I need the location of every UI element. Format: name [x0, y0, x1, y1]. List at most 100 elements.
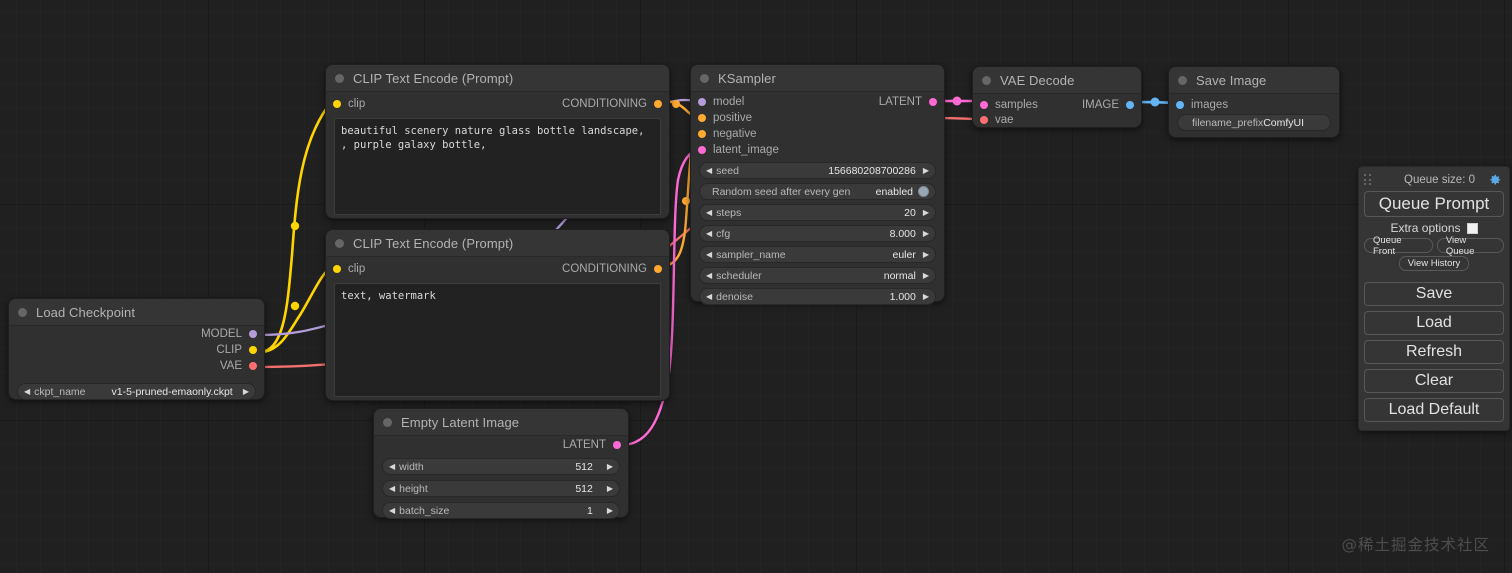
view-queue-button[interactable]: View Queue	[1436, 235, 1504, 257]
queue-front-button[interactable]: Queue Front	[1364, 235, 1433, 257]
node-title-bar[interactable]: Save Image	[1169, 67, 1339, 94]
slot-dot-icon[interactable]	[333, 100, 341, 108]
widget-seed[interactable]: ◀ seed 156680208700286 ▶	[699, 162, 936, 179]
node-clip-text-encode-negative[interactable]: CLIP Text Encode (Prompt) clip CONDITION…	[325, 229, 670, 401]
decrement-arrow-icon[interactable]: ◀	[389, 506, 395, 515]
widget-denoise[interactable]: ◀ denoise 1.000 ▶	[699, 288, 936, 305]
decrement-arrow-icon[interactable]: ◀	[706, 271, 712, 280]
decrement-arrow-icon[interactable]: ◀	[389, 484, 395, 493]
slot-dot-icon[interactable]	[698, 114, 706, 122]
increment-arrow-icon[interactable]: ▶	[243, 387, 249, 396]
queue-prompt-button[interactable]: Queue Prompt	[1364, 191, 1504, 217]
slot-dot-icon[interactable]	[654, 100, 662, 108]
slot-input-model[interactable]: model	[698, 96, 744, 108]
decrement-arrow-icon[interactable]: ◀	[706, 229, 712, 238]
slot-dot-icon[interactable]	[980, 116, 988, 124]
slot-dot-icon[interactable]	[1126, 101, 1134, 109]
slot-dot-icon[interactable]	[929, 98, 937, 106]
increment-arrow-icon[interactable]: ▶	[923, 166, 929, 175]
slot-dot-icon[interactable]	[249, 346, 257, 354]
widget-random-seed-toggle[interactable]: Random seed after every gen enabled	[699, 183, 936, 200]
queue-panel-header[interactable]: Queue size: 0	[1364, 171, 1504, 189]
view-history-button[interactable]: View History	[1398, 256, 1470, 271]
widget-sampler-name[interactable]: ◀ sampler_name euler ▶	[699, 246, 936, 263]
slot-input-positive[interactable]: positive	[698, 112, 752, 124]
slot-dot-icon[interactable]	[249, 362, 257, 370]
slot-dot-icon[interactable]	[613, 441, 621, 449]
collapse-dot-icon[interactable]	[335, 73, 344, 83]
slot-input-clip[interactable]: clip	[333, 98, 365, 110]
collapse-dot-icon[interactable]	[18, 307, 27, 317]
queue-panel[interactable]: Queue size: 0 Queue Prompt Extra options…	[1358, 166, 1510, 431]
slot-dot-icon[interactable]	[249, 330, 257, 338]
increment-arrow-icon[interactable]: ▶	[607, 484, 613, 493]
increment-arrow-icon[interactable]: ▶	[607, 462, 613, 471]
node-title-bar[interactable]: KSampler	[691, 65, 944, 92]
node-title-bar[interactable]: Empty Latent Image	[374, 409, 628, 436]
increment-arrow-icon[interactable]: ▶	[607, 506, 613, 515]
extra-options-row[interactable]: Extra options	[1364, 221, 1504, 235]
slot-output-latent[interactable]: LATENT	[563, 439, 621, 451]
slot-input-negative[interactable]: negative	[698, 128, 756, 140]
decrement-arrow-icon[interactable]: ◀	[706, 208, 712, 217]
increment-arrow-icon[interactable]: ▶	[923, 208, 929, 217]
collapse-dot-icon[interactable]	[335, 238, 344, 248]
slot-dot-icon[interactable]	[980, 101, 988, 109]
graph-canvas[interactable]: CLIP Text Encode (Prompt) clip CONDITION…	[0, 0, 1512, 573]
widget-width[interactable]: ◀ width 512 ▶	[382, 458, 620, 475]
increment-arrow-icon[interactable]: ▶	[923, 250, 929, 259]
slot-dot-icon[interactable]	[1176, 101, 1184, 109]
slot-dot-icon[interactable]	[333, 265, 341, 273]
slot-output-clip[interactable]: CLIP	[216, 344, 257, 356]
widget-batch-size[interactable]: ◀ batch_size 1 ▶	[382, 502, 620, 519]
slot-output-image[interactable]: IMAGE	[1082, 99, 1134, 111]
slot-output-conditioning[interactable]: CONDITIONING	[562, 98, 662, 110]
decrement-arrow-icon[interactable]: ◀	[389, 462, 395, 471]
decrement-arrow-icon[interactable]: ◀	[24, 387, 30, 396]
widget-ckpt-name[interactable]: ◀ ckpt_name v1-5-pruned-emaonly.ckpt ▶	[17, 383, 256, 400]
gear-icon[interactable]	[1488, 173, 1502, 187]
increment-arrow-icon[interactable]: ▶	[923, 292, 929, 301]
node-load-checkpoint[interactable]: Load Checkpoint MODEL CLIP VAE ◀ ckpt_na…	[8, 298, 265, 400]
collapse-dot-icon[interactable]	[383, 417, 392, 427]
decrement-arrow-icon[interactable]: ◀	[706, 292, 712, 301]
load-default-button[interactable]: Load Default	[1364, 398, 1504, 422]
slot-input-samples[interactable]: samples	[980, 99, 1038, 111]
slot-output-model[interactable]: MODEL	[201, 328, 257, 340]
decrement-arrow-icon[interactable]: ◀	[706, 166, 712, 175]
increment-arrow-icon[interactable]: ▶	[923, 271, 929, 280]
widget-scheduler[interactable]: ◀ scheduler normal ▶	[699, 267, 936, 284]
save-button[interactable]: Save	[1364, 282, 1504, 306]
widget-filename-prefix[interactable]: filename_prefix ComfyUI	[1177, 114, 1331, 131]
collapse-dot-icon[interactable]	[700, 73, 709, 83]
drag-handle-icon[interactable]	[1364, 174, 1372, 186]
widget-height[interactable]: ◀ height 512 ▶	[382, 480, 620, 497]
refresh-button[interactable]: Refresh	[1364, 340, 1504, 364]
slot-output-latent[interactable]: LATENT	[879, 96, 937, 108]
clear-button[interactable]: Clear	[1364, 369, 1504, 393]
slot-input-vae[interactable]: vae	[980, 114, 1014, 126]
extra-options-checkbox[interactable]	[1466, 222, 1478, 234]
slot-dot-icon[interactable]	[698, 98, 706, 106]
collapse-dot-icon[interactable]	[1178, 75, 1187, 85]
node-title-bar[interactable]: Load Checkpoint	[9, 299, 264, 326]
slot-input-clip[interactable]: clip	[333, 263, 365, 275]
slot-dot-icon[interactable]	[698, 146, 706, 154]
node-title-bar[interactable]: VAE Decode	[973, 67, 1141, 94]
prompt-textarea-negative[interactable]: text, watermark	[334, 283, 661, 397]
node-clip-text-encode-positive[interactable]: CLIP Text Encode (Prompt) clip CONDITION…	[325, 64, 670, 219]
slot-dot-icon[interactable]	[698, 130, 706, 138]
node-title-bar[interactable]: CLIP Text Encode (Prompt)	[326, 230, 669, 257]
node-empty-latent-image[interactable]: Empty Latent Image LATENT ◀ width 512 ▶ …	[373, 408, 629, 519]
slot-input-images[interactable]: images	[1176, 99, 1228, 111]
node-ksampler[interactable]: KSampler model LATENT positive negative …	[690, 64, 945, 305]
widget-steps[interactable]: ◀ steps 20 ▶	[699, 204, 936, 221]
slot-output-vae[interactable]: VAE	[220, 360, 257, 372]
widget-cfg[interactable]: ◀ cfg 8.000 ▶	[699, 225, 936, 242]
node-save-image[interactable]: Save Image images filename_prefix ComfyU…	[1168, 66, 1340, 138]
slot-dot-icon[interactable]	[654, 265, 662, 273]
increment-arrow-icon[interactable]: ▶	[923, 229, 929, 238]
decrement-arrow-icon[interactable]: ◀	[706, 250, 712, 259]
load-button[interactable]: Load	[1364, 311, 1504, 335]
node-title-bar[interactable]: CLIP Text Encode (Prompt)	[326, 65, 669, 92]
